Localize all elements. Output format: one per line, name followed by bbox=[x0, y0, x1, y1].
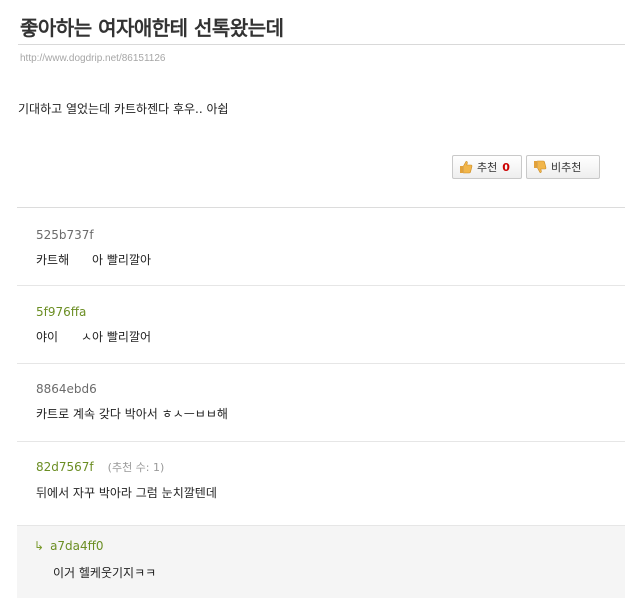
reply-author-line: ↳ a7da4ff0 bbox=[34, 539, 104, 553]
title-divider bbox=[18, 44, 625, 45]
comment-text: 뒤에서 자꾸 박아라 그럼 눈치깔텐데 bbox=[36, 486, 217, 500]
post-body: 기대하고 열었는데 카트하젠다 후우.. 아쉽 bbox=[18, 102, 229, 116]
comment-author-line: 82d7567f (추천 수: 1) bbox=[36, 459, 164, 475]
thumbs-down-icon bbox=[533, 160, 547, 174]
comment-author[interactable]: 5f976ffa bbox=[36, 305, 86, 319]
post-url-link[interactable]: http://www.dogdrip.net/86151126 bbox=[20, 53, 165, 64]
comment-item: 5f976ffa 야이 ㅅ아 빨리깔어 bbox=[17, 286, 625, 364]
comment-text: 카트해 아 빨리깔아 bbox=[36, 253, 152, 267]
reply-text: 이거 헬케웃기지ㅋㅋ bbox=[53, 566, 157, 580]
reply-author[interactable]: a7da4ff0 bbox=[50, 539, 104, 553]
comment-vote-count: (추천 수: 1) bbox=[107, 461, 165, 474]
post-title: 좋아하는 여자애한테 선톡왔는데 bbox=[20, 16, 284, 40]
upvote-count: 0 bbox=[502, 160, 510, 174]
downvote-button[interactable]: 비추천 bbox=[526, 155, 600, 179]
comment-text: 카트로 계속 갖다 박아서 ㅎㅅㅡㅂㅂ해 bbox=[36, 407, 228, 421]
upvote-button[interactable]: 추천 0 bbox=[452, 155, 522, 179]
comment-item: 525b737f 카트해 아 빨리깔아 bbox=[17, 208, 625, 286]
comment-author[interactable]: 525b737f bbox=[36, 228, 94, 242]
downvote-label: 비추천 bbox=[551, 161, 582, 174]
comment-item: 82d7567f (추천 수: 1) 뒤에서 자꾸 박아라 그럼 눈치깔텐데 bbox=[17, 442, 625, 526]
comment-list: 525b737f 카트해 아 빨리깔아 5f976ffa 야이 ㅅ아 빨리깔어 … bbox=[17, 207, 625, 598]
comment-author[interactable]: 82d7567f bbox=[36, 460, 94, 474]
reply-arrow-icon: ↳ bbox=[34, 539, 45, 553]
upvote-label: 추천 bbox=[477, 161, 498, 174]
comment-item: 8864ebd6 카트로 계속 갖다 박아서 ㅎㅅㅡㅂㅂ해 bbox=[17, 364, 625, 442]
thumbs-up-icon bbox=[459, 160, 473, 174]
comment-author[interactable]: 8864ebd6 bbox=[36, 382, 97, 396]
comment-text: 야이 ㅅ아 빨리깔어 bbox=[36, 330, 152, 344]
reply-item: ↳ a7da4ff0 이거 헬케웃기지ㅋㅋ bbox=[17, 526, 625, 598]
